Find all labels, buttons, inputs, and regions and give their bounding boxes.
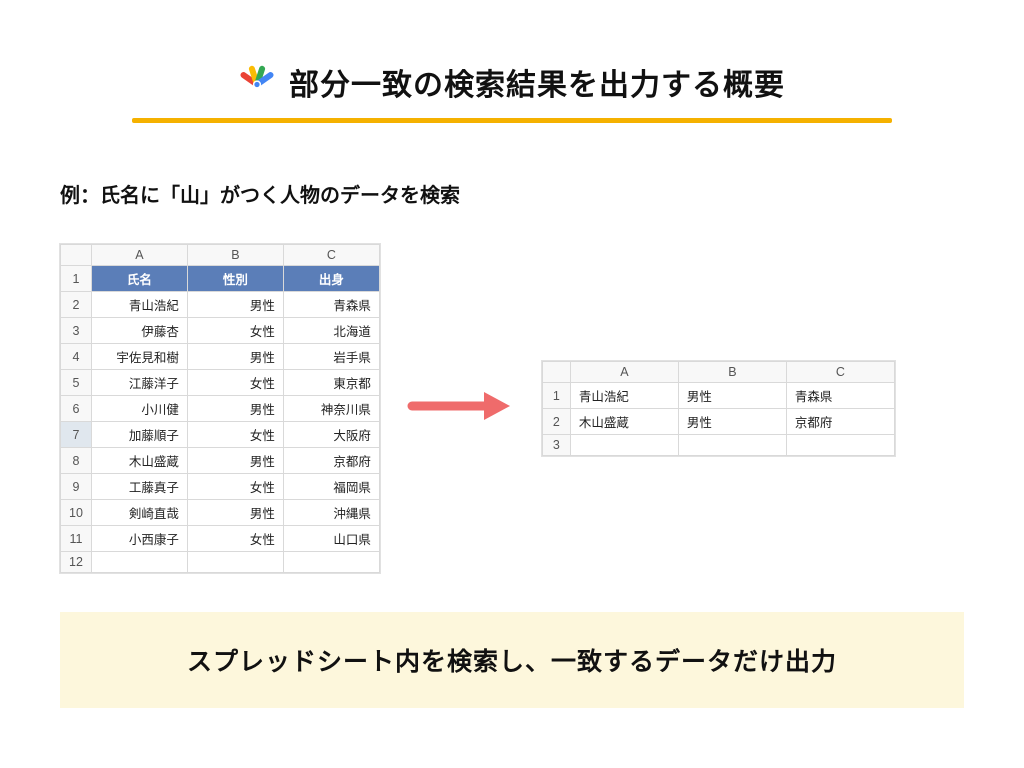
- example-subtitle: 例：氏名に「山」がつく人物のデータを検索: [60, 179, 964, 208]
- table-row: 2青山浩紀男性青森県: [61, 292, 380, 318]
- table-row: 1青山浩紀男性青森県: [542, 383, 894, 409]
- cell: 男性: [187, 500, 283, 526]
- row-header: 1: [542, 383, 570, 409]
- row-header: 2: [61, 292, 92, 318]
- header-cell-name: 氏名: [91, 266, 187, 292]
- content-row: A B C 1 氏名 性別 出身 2青山浩紀男性青森県3伊藤杏女性北海道4宇佐見…: [60, 244, 964, 573]
- cell: 男性: [187, 396, 283, 422]
- table-row: 3伊藤杏女性北海道: [61, 318, 380, 344]
- arrow-icon: [406, 386, 516, 431]
- cell: 東京都: [283, 370, 379, 396]
- cell: 沖縄県: [283, 500, 379, 526]
- col-header-a: A: [570, 362, 678, 383]
- cell: 男性: [187, 448, 283, 474]
- cell-empty: [187, 552, 283, 573]
- row-header: 8: [61, 448, 92, 474]
- cell: 女性: [187, 526, 283, 552]
- table-row: 10剣崎直哉男性沖縄県: [61, 500, 380, 526]
- cell: 女性: [187, 474, 283, 500]
- cell: 伊藤杏: [91, 318, 187, 344]
- cell: 加藤順子: [91, 422, 187, 448]
- row-header: 10: [61, 500, 92, 526]
- cell: [678, 435, 786, 456]
- header-cell-gender: 性別: [187, 266, 283, 292]
- page-title: 部分一致の検索結果を出力する概要: [289, 60, 785, 104]
- title-underline: [132, 118, 892, 123]
- row-header: 12: [61, 552, 92, 573]
- cell: 男性: [187, 292, 283, 318]
- cell-empty: [91, 552, 187, 573]
- table-row: 7加藤順子女性大阪府: [61, 422, 380, 448]
- cell: 京都府: [283, 448, 379, 474]
- header-cell-origin: 出身: [283, 266, 379, 292]
- banner-text: スプレッドシート内を検索し、一致するデータだけ出力: [72, 642, 952, 678]
- cell: 男性: [678, 409, 786, 435]
- cell: 青森県: [283, 292, 379, 318]
- cell: 宇佐見和樹: [91, 344, 187, 370]
- cell: 福岡県: [283, 474, 379, 500]
- cell: [786, 435, 894, 456]
- table-row: 3: [542, 435, 894, 456]
- row-header: 3: [542, 435, 570, 456]
- cell: 木山盛蔵: [91, 448, 187, 474]
- row-header: 5: [61, 370, 92, 396]
- col-header-c: C: [786, 362, 894, 383]
- cell: 山口県: [283, 526, 379, 552]
- cell: 女性: [187, 370, 283, 396]
- table-row: 2木山盛蔵男性京都府: [542, 409, 894, 435]
- col-header-c: C: [283, 245, 379, 266]
- table-row: 6小川健男性神奈川県: [61, 396, 380, 422]
- cell: 小川健: [91, 396, 187, 422]
- cell: 北海道: [283, 318, 379, 344]
- cell: 青山浩紀: [91, 292, 187, 318]
- cell: 小西康子: [91, 526, 187, 552]
- cell: 男性: [187, 344, 283, 370]
- cell: 江藤洋子: [91, 370, 187, 396]
- cell: [570, 435, 678, 456]
- cell: 青山浩紀: [570, 383, 678, 409]
- sheet-corner: [542, 362, 570, 383]
- cell: 岩手県: [283, 344, 379, 370]
- col-header-b: B: [678, 362, 786, 383]
- summary-banner: スプレッドシート内を検索し、一致するデータだけ出力: [60, 612, 964, 708]
- row-header: 3: [61, 318, 92, 344]
- cell: 京都府: [786, 409, 894, 435]
- cell: 木山盛蔵: [570, 409, 678, 435]
- page-header: 部分一致の検索結果を出力する概要: [60, 60, 964, 123]
- sheet-corner: [61, 245, 92, 266]
- cell: 大阪府: [283, 422, 379, 448]
- cell: 女性: [187, 318, 283, 344]
- row-header: 1: [61, 266, 92, 292]
- row-header: 6: [61, 396, 92, 422]
- source-spreadsheet: A B C 1 氏名 性別 出身 2青山浩紀男性青森県3伊藤杏女性北海道4宇佐見…: [60, 244, 380, 573]
- cell: 剣崎直哉: [91, 500, 187, 526]
- table-row: 8木山盛蔵男性京都府: [61, 448, 380, 474]
- col-header-a: A: [91, 245, 187, 266]
- row-header: 9: [61, 474, 92, 500]
- row-header: 7: [61, 422, 92, 448]
- cell: 工藤真子: [91, 474, 187, 500]
- row-header: 4: [61, 344, 92, 370]
- table-row: 9工藤真子女性福岡県: [61, 474, 380, 500]
- cell-empty: [283, 552, 379, 573]
- col-header-b: B: [187, 245, 283, 266]
- google-apps-script-icon: [239, 62, 275, 103]
- table-row: 5江藤洋子女性東京都: [61, 370, 380, 396]
- cell: 神奈川県: [283, 396, 379, 422]
- result-spreadsheet: A B C 1青山浩紀男性青森県2木山盛蔵男性京都府3: [542, 361, 895, 456]
- row-header: 11: [61, 526, 92, 552]
- cell: 男性: [678, 383, 786, 409]
- cell: 女性: [187, 422, 283, 448]
- cell: 青森県: [786, 383, 894, 409]
- table-row: 4宇佐見和樹男性岩手県: [61, 344, 380, 370]
- row-header: 2: [542, 409, 570, 435]
- table-row: 11小西康子女性山口県: [61, 526, 380, 552]
